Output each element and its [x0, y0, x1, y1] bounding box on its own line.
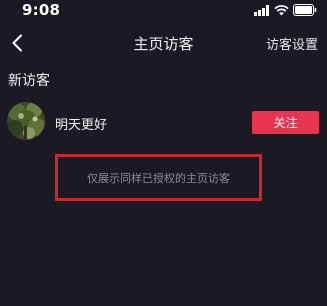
battery-icon: [293, 4, 317, 16]
section-title: 新访客: [8, 73, 50, 89]
follow-button[interactable]: 关注: [252, 111, 319, 134]
visitors-screen: 9:08 主页访客 访客设置 新访客 明天更好 关注 仅展示同样已授权的主页访客: [0, 0, 327, 306]
notice-text: 仅展示同样已授权的主页访客: [87, 171, 230, 185]
visitor-settings-button[interactable]: 访客设置: [266, 34, 318, 53]
status-icons: [254, 3, 317, 17]
wifi-icon: [274, 4, 289, 15]
nav-bar: 主页访客 访客设置: [0, 26, 327, 60]
avatar-image: [7, 102, 45, 140]
avatar[interactable]: [7, 102, 45, 140]
status-bar: 9:08: [0, 0, 327, 22]
status-time: 9:08: [22, 1, 61, 19]
visitor-row[interactable]: 明天更好 关注: [0, 100, 327, 146]
signal-bars-icon: [254, 4, 269, 16]
authorized-visitors-notice: 仅展示同样已授权的主页访客: [55, 154, 262, 201]
visitor-name: 明天更好: [55, 118, 108, 133]
